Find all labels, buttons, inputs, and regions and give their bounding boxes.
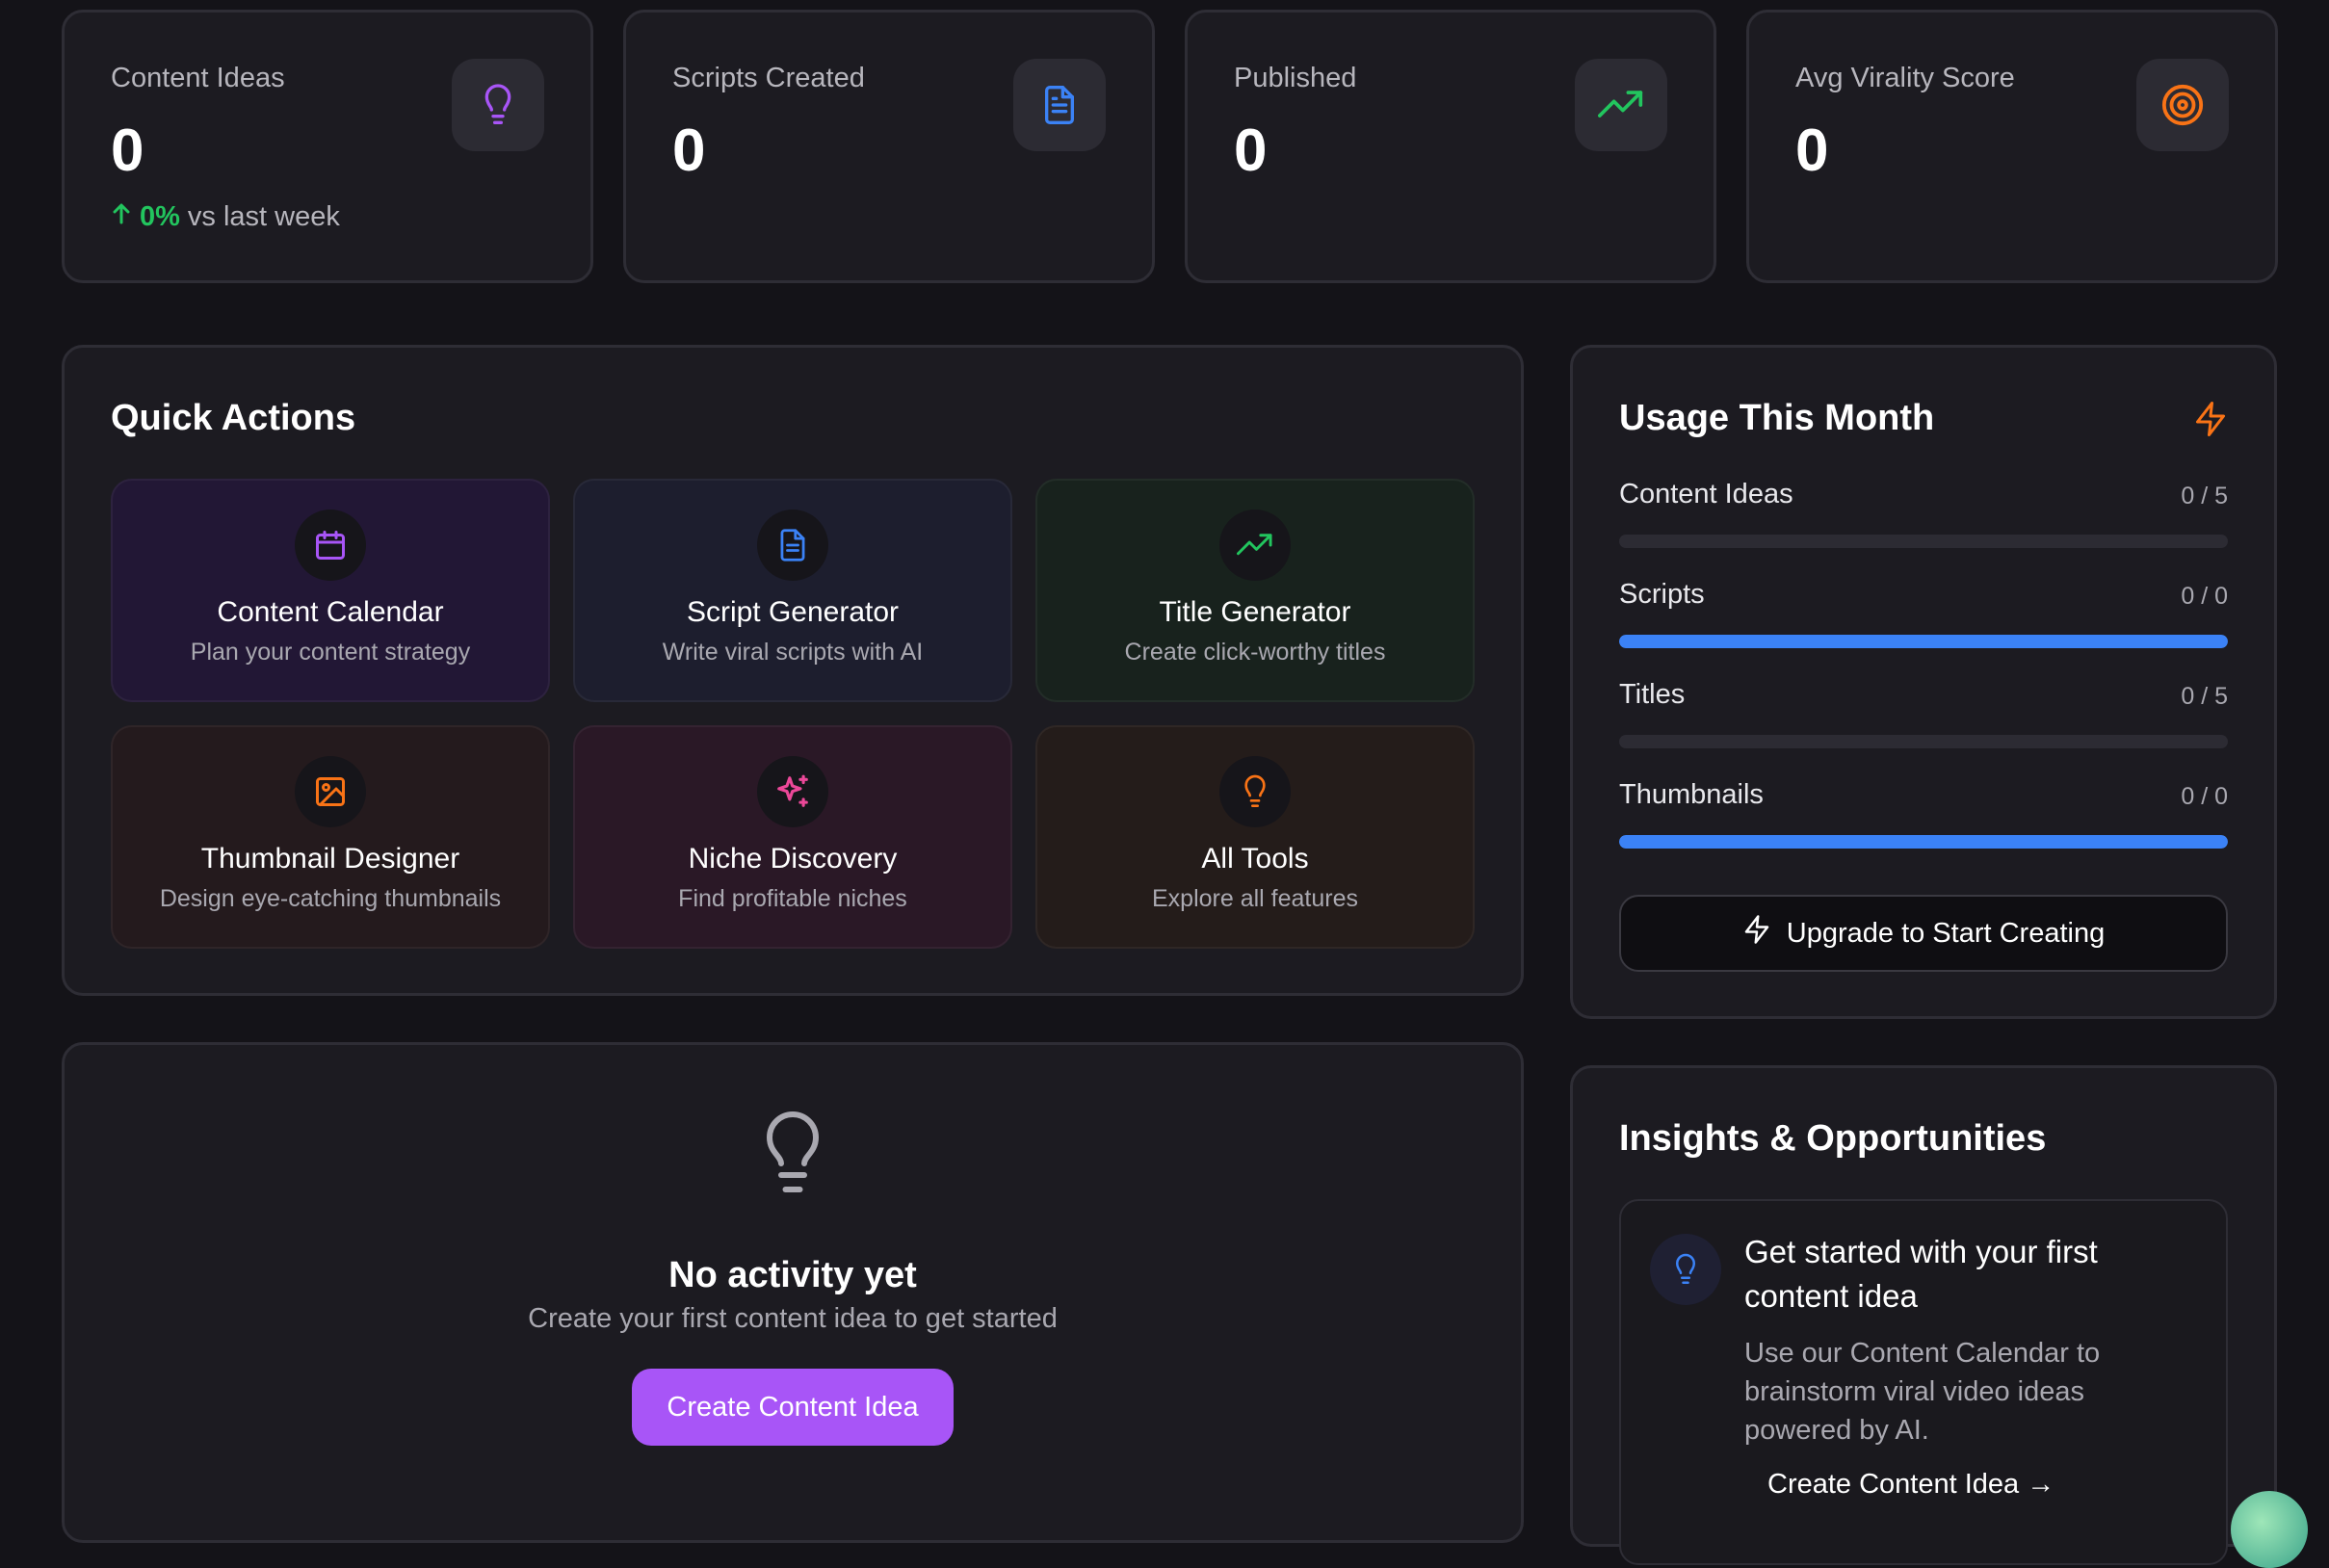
tile-name: All Tools (1201, 843, 1309, 875)
lightning-icon (1742, 914, 1771, 953)
lightbulb-icon (1219, 756, 1291, 827)
usage-count: 0 / 5 (2181, 483, 2228, 510)
tile-name: Niche Discovery (688, 843, 898, 875)
stat-card-avg-virality: Avg Virality Score 0 (1746, 10, 2278, 283)
tile-desc: Find profitable niches (678, 885, 907, 912)
tile-content-calendar[interactable]: Content Calendar Plan your content strat… (111, 479, 550, 702)
section-title: Quick Actions (111, 398, 356, 438)
usage-progress-bar (1619, 835, 2228, 849)
tile-desc: Explore all features (1151, 885, 1358, 912)
calendar-icon (295, 510, 366, 581)
usage-label: Thumbnails (1619, 779, 1764, 810)
document-icon (1013, 59, 1106, 151)
quick-actions-panel: Quick Actions Content Calendar Plan your… (62, 345, 1524, 996)
stat-card-scripts-created: Scripts Created 0 (623, 10, 1155, 283)
tile-name: Script Generator (686, 596, 900, 628)
insights-panel: Insights & Opportunities Get started wit… (1570, 1065, 2277, 1565)
chat-widget-avatar[interactable] (2231, 1491, 2308, 1568)
trending-up-icon (1219, 510, 1291, 581)
tile-desc: Write viral scripts with AI (662, 639, 924, 666)
tile-desc: Design eye-catching thumbnails (159, 885, 502, 912)
usage-count: 0 / 5 (2181, 683, 2228, 710)
section-title: Insights & Opportunities (1619, 1118, 2047, 1159)
stat-label: Scripts Created (672, 63, 865, 93)
stat-label: Avg Virality Score (1795, 63, 2015, 93)
usage-progress-bar (1619, 635, 2228, 648)
tile-script-generator[interactable]: Script Generator Write viral scripts wit… (573, 479, 1012, 702)
empty-state-title: No activity yet (668, 1255, 917, 1295)
empty-state-subtitle: Create your first content idea to get st… (528, 1303, 1058, 1334)
upgrade-button[interactable]: Upgrade to Start Creating (1619, 895, 2228, 972)
usage-progress-bar (1619, 535, 2228, 548)
create-content-idea-button[interactable]: Create Content Idea (632, 1369, 954, 1446)
tile-niche-discovery[interactable]: Niche Discovery Find profitable niches (573, 725, 1012, 949)
target-icon (2136, 59, 2229, 151)
tile-desc: Plan your content strategy (190, 639, 471, 666)
stat-card-content-ideas: Content Ideas 0 0% vs last week (62, 10, 593, 283)
stat-label: Published (1234, 63, 1357, 93)
insight-title: Get started with your first content idea (1744, 1234, 2098, 1314)
usage-panel: Usage This Month Content Ideas 0 / 5 Scr… (1570, 345, 2277, 1019)
stat-card-published: Published 0 (1185, 10, 1716, 283)
stat-value: 0 (672, 118, 706, 184)
usage-label: Scripts (1619, 579, 1705, 610)
lightning-icon (2193, 400, 2228, 443)
insight-card: Get started with your first content idea… (1619, 1199, 2228, 1565)
insight-link[interactable]: Create Content Idea → (1767, 1469, 2054, 1501)
trending-up-icon (1575, 59, 1667, 151)
section-title: Usage This Month (1619, 398, 1935, 438)
stat-value: 0 (1795, 118, 1829, 184)
stat-trend: 0% vs last week (111, 201, 340, 233)
tile-name: Content Calendar (217, 596, 444, 628)
trend-percent: 0% (140, 201, 180, 232)
trend-text: vs last week (187, 201, 340, 232)
usage-count: 0 / 0 (2181, 583, 2228, 610)
stat-value: 0 (1234, 118, 1268, 184)
document-icon (757, 510, 828, 581)
insight-description: Use our Content Calendar to brainstorm v… (1744, 1338, 2101, 1446)
tile-all-tools[interactable]: All Tools Explore all features (1035, 725, 1475, 949)
activity-panel: No activity yet Create your first conten… (62, 1042, 1524, 1543)
stat-label: Content Ideas (111, 63, 285, 93)
tile-name: Title Generator (1159, 596, 1351, 628)
upgrade-label: Upgrade to Start Creating (1786, 917, 2106, 949)
lightbulb-icon (452, 59, 544, 151)
stat-value: 0 (111, 118, 144, 184)
sparkles-icon (757, 756, 828, 827)
lightbulb-icon (1650, 1234, 1721, 1305)
tile-desc: Create click-worthy titles (1124, 639, 1386, 666)
image-icon (295, 756, 366, 827)
tile-thumbnail-designer[interactable]: Thumbnail Designer Design eye-catching t… (111, 725, 550, 949)
usage-label: Titles (1619, 679, 1686, 710)
usage-label: Content Ideas (1619, 479, 1793, 510)
usage-count: 0 / 0 (2181, 783, 2228, 810)
arrow-up-icon (111, 201, 132, 233)
tile-name: Thumbnail Designer (200, 843, 460, 875)
tile-title-generator[interactable]: Title Generator Create click-worthy titl… (1035, 479, 1475, 702)
usage-progress-bar (1619, 735, 2228, 748)
lightbulb-icon (758, 1111, 827, 1204)
